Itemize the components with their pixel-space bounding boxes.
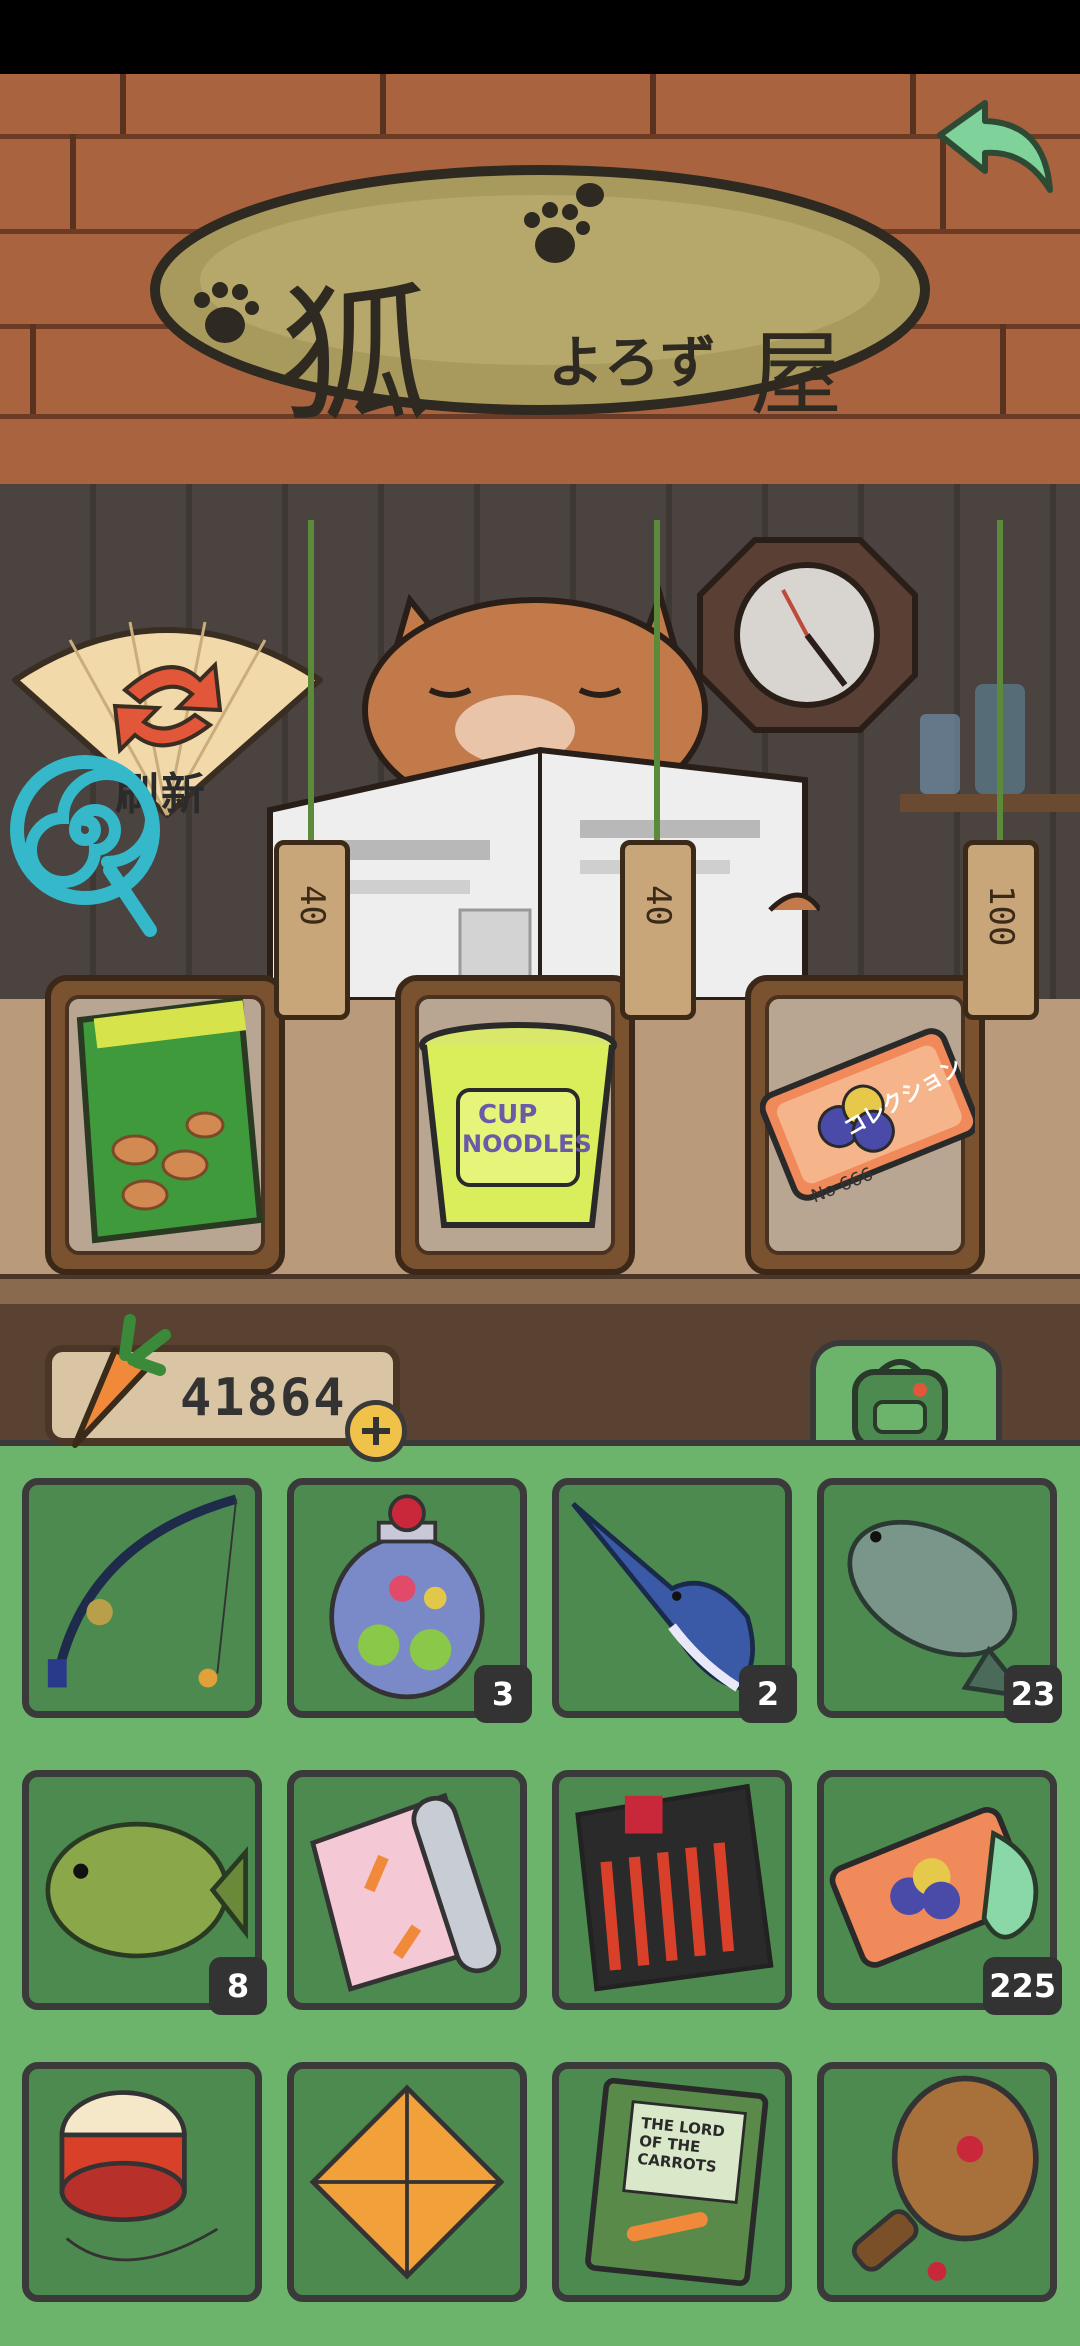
item-count-badge: 225 <box>983 1957 1062 2015</box>
cloth-roll-icon <box>310 1792 502 1992</box>
sign-kana: よろず <box>548 330 716 396</box>
fishing-rod-icon <box>47 1494 238 1688</box>
cup-noodles-text-1: CUP <box>478 1100 538 1130</box>
inventory-slot[interactable] <box>552 1770 792 2010</box>
inventory-slot[interactable]: THE LORD OF THE CARROTS <box>552 2062 792 2302</box>
price-value: 40 <box>638 885 678 926</box>
book-icon <box>585 2077 769 2287</box>
tag-string-2 <box>654 520 660 860</box>
price-tag-3: 100 <box>963 840 1039 1020</box>
carrot-currency-icon <box>72 1314 171 1448</box>
inventory-slot[interactable] <box>22 1478 262 1718</box>
status-bar <box>0 0 1080 74</box>
price-value: 40 <box>292 885 332 926</box>
book-title: THE LORD OF THE CARROTS <box>636 2113 726 2176</box>
price-value: 100 <box>981 885 1021 947</box>
item-count-badge: 3 <box>474 1665 532 1723</box>
add-carrots-button[interactable] <box>345 1400 407 1462</box>
item-count-badge: 2 <box>739 1665 797 1723</box>
sign-kanji-fox: 狐 <box>280 270 431 444</box>
inventory-slot[interactable] <box>22 2062 262 2302</box>
inventory-slot[interactable]: 23 <box>817 1478 1062 1723</box>
cup-noodles-text-2: NOODLES <box>462 1130 592 1158</box>
inventory-slot[interactable]: 225 <box>817 1770 1062 2015</box>
lollipop-icon[interactable] <box>5 745 165 940</box>
inventory-slot[interactable] <box>287 1770 527 2010</box>
item-count-badge: 23 <box>1004 1665 1062 1723</box>
inventory-slot[interactable]: 2 <box>552 1478 797 1723</box>
yoyo-icon <box>59 2090 219 2262</box>
paddle-ball-icon <box>851 2075 1039 2281</box>
sign-ya: 屋 <box>750 321 843 428</box>
price-tag-1: 40 <box>274 840 350 1020</box>
inventory-slot[interactable]: 8 <box>22 1770 267 2015</box>
inventory-slot[interactable]: 3 <box>287 1478 532 1723</box>
tag-string-3 <box>997 520 1003 860</box>
spicy-strips-icon <box>575 1783 774 1992</box>
inventory-slot[interactable] <box>287 2062 527 2302</box>
carrot-count: 41864 <box>180 1368 347 1428</box>
carrot-snack-bag-icon <box>76 996 264 1244</box>
fortune-teller-icon <box>309 2084 505 2280</box>
inventory-slot[interactable] <box>817 2062 1057 2302</box>
back-arrow-icon[interactable] <box>930 95 1060 205</box>
backpack-icon <box>852 1359 948 1450</box>
item-count-badge: 8 <box>209 1957 267 2015</box>
price-tag-2: 40 <box>620 840 696 1020</box>
tag-string-1 <box>308 520 314 860</box>
